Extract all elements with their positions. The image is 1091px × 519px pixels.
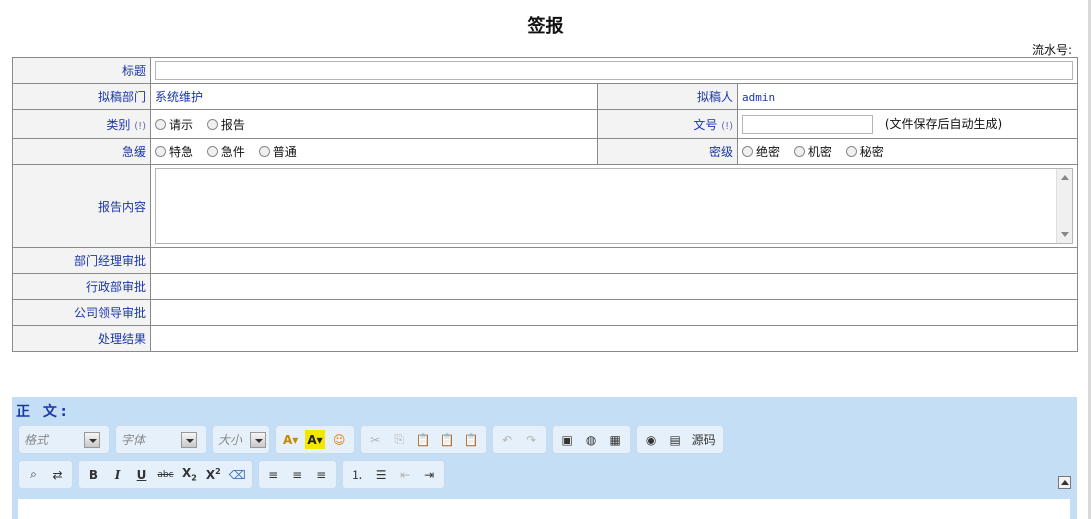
content-textarea[interactable]: [155, 168, 1074, 244]
radio-circle-icon: [155, 118, 166, 130]
chevron-down-icon: [84, 431, 100, 448]
serial-number-label: 流水号:: [1031, 43, 1072, 57]
category-radio-request[interactable]: 请示: [155, 116, 193, 133]
dept-label: 拟稿部门: [12, 83, 151, 110]
radio-circle-icon: [742, 146, 753, 157]
approval-row: 行政部审批: [12, 273, 1079, 300]
drafter-value: admin: [742, 90, 776, 104]
editor-content-area[interactable]: [18, 499, 1070, 519]
scroll-down-icon[interactable]: [1061, 232, 1070, 237]
find-icon[interactable]: ⌕: [24, 465, 43, 484]
secret-radio-top-secret[interactable]: 绝密: [742, 143, 780, 160]
rich-text-editor: 正 文: 格式 字体 大小 A▾ A▾ ☺ ✂ ⎘ 📋 📋 📋 ↶ ↷ ▣: [12, 397, 1077, 519]
unordered-list-icon[interactable]: ☰: [372, 465, 391, 484]
text-color-icon[interactable]: A ▾: [281, 430, 300, 449]
paste-word-icon[interactable]: 📋: [462, 430, 481, 449]
copy-icon[interactable]: ⎘: [390, 430, 409, 449]
urgency-row: 急缓 特急 急件 普通 密级 绝密 机密 秘密: [12, 138, 1079, 165]
category-label: 类别: [106, 117, 131, 132]
drafter-label: 拟稿人: [597, 83, 738, 110]
font-select[interactable]: 字体: [121, 431, 197, 448]
insert-table-icon[interactable]: ▦: [606, 430, 625, 449]
approval-value: [149, 273, 1079, 300]
dept-value: 系统维护: [150, 83, 598, 110]
approval-row: 公司领导审批: [12, 299, 1079, 326]
outdent-icon[interactable]: ⇤: [396, 465, 415, 484]
undo-icon[interactable]: ↶: [498, 430, 517, 449]
insert-image-icon[interactable]: ▣: [558, 430, 577, 449]
approval-value: [149, 325, 1079, 352]
approval-label: 公司领导审批: [12, 299, 151, 326]
approval-label: 行政部审批: [12, 273, 151, 300]
align-left-icon[interactable]: ≡: [264, 465, 283, 484]
strikethrough-icon[interactable]: abc: [156, 465, 175, 484]
docno-required-hint: (!): [721, 120, 733, 132]
redo-icon[interactable]: ↷: [522, 430, 541, 449]
eraser-icon[interactable]: ⌫: [228, 465, 247, 484]
italic-icon[interactable]: I: [108, 465, 127, 484]
align-right-icon[interactable]: ≡: [312, 465, 331, 484]
radio-circle-icon: [155, 146, 166, 157]
preview-icon[interactable]: ◉: [642, 430, 661, 449]
bold-icon[interactable]: B: [84, 465, 103, 484]
category-radio-report[interactable]: 报告: [206, 116, 245, 133]
content-label: 报告内容: [12, 164, 151, 248]
ordered-list-icon[interactable]: ⒈: [348, 465, 367, 484]
chevron-down-icon: [181, 431, 197, 448]
approval-label: 部门经理审批: [12, 247, 151, 274]
secret-radio-confidential[interactable]: 秘密: [845, 143, 884, 160]
urgency-radio-urgent[interactable]: 急件: [206, 143, 245, 160]
approval-value: [149, 299, 1079, 326]
cut-icon[interactable]: ✂: [366, 430, 385, 449]
document-icon[interactable]: ▤: [666, 430, 685, 449]
editor-toolbar-row-2: ⌕ ⇄ B I U abc X2 X2 ⌫ ≡ ≡ ≡ ⒈ ☰ ⇤ ⇥: [18, 460, 445, 489]
approval-row: 部门经理审批: [12, 247, 1079, 274]
category-required-hint: (!): [134, 120, 146, 132]
collapse-toolbar-icon[interactable]: [1058, 476, 1071, 489]
radio-circle-icon: [845, 146, 857, 157]
textarea-scrollbar[interactable]: [1056, 169, 1073, 243]
approval-row: 处理结果: [12, 325, 1079, 352]
format-select[interactable]: 格式: [24, 431, 100, 448]
scroll-up-icon[interactable]: [1061, 175, 1070, 180]
secret-radio-secret[interactable]: 机密: [793, 143, 832, 160]
chevron-down-icon: [250, 431, 266, 448]
title-label: 标题: [12, 57, 151, 84]
emoticon-icon[interactable]: ☺: [330, 430, 349, 449]
title-input[interactable]: [155, 61, 1074, 80]
font-size-select[interactable]: 大小: [218, 431, 266, 448]
urgency-label: 急缓: [12, 138, 151, 165]
docno-note: (文件保存后自动生成): [884, 116, 1003, 131]
highlight-color-icon[interactable]: A ▾: [305, 430, 325, 449]
docno-label: 文号: [693, 117, 718, 132]
source-code-button[interactable]: 源码: [690, 430, 718, 449]
paste-text-icon[interactable]: 📋: [438, 430, 457, 449]
urgency-radio-normal[interactable]: 普通: [258, 143, 297, 160]
subscript-icon[interactable]: X2: [180, 465, 199, 484]
editor-title: 正 文:: [16, 404, 71, 420]
page-title: 签报: [527, 16, 564, 37]
title-row: 标题: [12, 57, 1079, 84]
category-row: 类别 (!) 请示 报告 文号 (!) (文件保存后自动生成): [12, 109, 1079, 139]
content-row: 报告内容: [12, 164, 1079, 248]
approval-value: [149, 247, 1079, 274]
docno-input[interactable]: [742, 114, 873, 134]
indent-icon[interactable]: ⇥: [420, 465, 439, 484]
align-center-icon[interactable]: ≡: [288, 465, 307, 484]
underline-icon[interactable]: U: [132, 465, 151, 484]
dept-row: 拟稿部门 系统维护 拟稿人 admin: [12, 83, 1079, 110]
radio-circle-icon: [793, 146, 805, 157]
urgency-radio-very-urgent[interactable]: 特急: [155, 143, 193, 160]
editor-toolbar-row-1: 格式 字体 大小 A ▾ A ▾ ☺ ✂ ⎘ 📋 📋 📋 ↶ ↷ ▣ ◍ ▦ ◉…: [18, 425, 724, 454]
approval-label: 处理结果: [12, 325, 151, 352]
radio-circle-icon: [206, 146, 218, 157]
secret-label: 密级: [597, 138, 738, 165]
replace-icon[interactable]: ⇄: [48, 465, 67, 484]
radio-circle-icon: [258, 146, 270, 157]
insert-link-icon[interactable]: ◍: [582, 430, 601, 449]
radio-circle-icon: [206, 118, 218, 130]
superscript-icon[interactable]: X2: [204, 465, 223, 484]
paste-icon[interactable]: 📋: [414, 430, 433, 449]
sign-report-form: 标题 拟稿部门 系统维护 拟稿人 admin 类别 (!) 请示 报告 文号 (…: [12, 57, 1079, 352]
